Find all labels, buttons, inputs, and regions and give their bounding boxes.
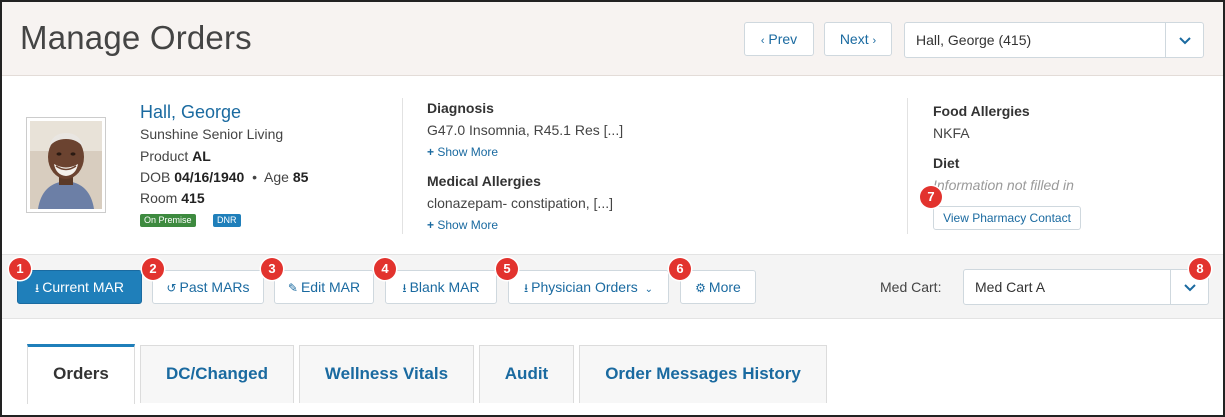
diet-label: Diet — [933, 155, 960, 171]
blank-mar-label: Blank MAR — [409, 279, 480, 295]
chevron-down-icon — [1178, 37, 1191, 45]
tab-orders[interactable]: Orders — [27, 344, 135, 404]
medical-allergies-label: Medical Allergies — [427, 173, 541, 189]
callout-2: 2 — [142, 258, 164, 280]
diagnosis-label: Diagnosis — [427, 100, 494, 116]
callout-7: 7 — [920, 186, 942, 208]
divider — [402, 98, 403, 234]
on-premise-badge: On Premise — [140, 214, 196, 227]
plus-icon: + — [427, 218, 435, 232]
callout-3: 3 — [261, 258, 283, 280]
show-more-label: Show More — [437, 218, 499, 232]
tab-dc-changed[interactable]: DC/Changed — [140, 345, 294, 403]
callout-1: 1 — [9, 258, 31, 280]
food-allergies-value: NKFA — [933, 125, 970, 141]
patient-selector-value: Hall, George (415) — [916, 32, 1032, 48]
history-icon: ↺ — [166, 281, 177, 295]
diet-value: Information not filled in — [933, 177, 1074, 193]
age-label: Age — [264, 169, 289, 185]
download-icon: ⭳ — [35, 281, 40, 295]
callout-8: 8 — [1189, 258, 1211, 280]
current-mar-button[interactable]: ⭳ Current MAR — [17, 270, 142, 304]
view-pharmacy-contact-button[interactable]: View Pharmacy Contact — [933, 206, 1081, 230]
physician-orders-label: Physician Orders — [531, 279, 638, 295]
tab-audit[interactable]: Audit — [479, 345, 574, 403]
patient-facility: Sunshine Senior Living — [140, 126, 284, 142]
diagnosis-value: G47.0 Insomnia, R45.1 Res [...] — [427, 122, 624, 138]
callout-6: 6 — [669, 258, 691, 280]
next-label: Next — [839, 31, 869, 47]
blank-mar-button[interactable]: ⭳ Blank MAR — [385, 270, 497, 304]
food-allergies-label: Food Allergies — [933, 103, 1030, 119]
plus-icon: + — [427, 145, 435, 159]
product-label: Product — [140, 148, 189, 164]
chevron-left-icon: ‹ — [760, 35, 765, 47]
dnr-badge: DNR — [213, 214, 241, 227]
patient-selector-dropdown[interactable] — [1165, 23, 1203, 57]
med-cart-value: Med Cart A — [975, 279, 1046, 295]
product-value: AL — [192, 148, 211, 164]
dob-label: DOB — [140, 169, 171, 185]
diagnosis-show-more[interactable]: + Show More — [427, 145, 498, 159]
med-cart-label: Med Cart: — [880, 279, 942, 295]
chevron-right-icon: › — [872, 35, 877, 47]
header-bar: Manage Orders ‹ Prev Next › Hall, George… — [2, 2, 1223, 76]
dob-value: 04/16/1940 — [174, 169, 245, 185]
next-button[interactable]: Next › — [824, 22, 892, 56]
tab-order-messages-history[interactable]: Order Messages History — [579, 345, 827, 403]
manage-orders-window: Manage Orders ‹ Prev Next › Hall, George… — [0, 0, 1225, 417]
patient-selector[interactable]: Hall, George (415) — [904, 22, 1204, 58]
gear-icon: ⚙ — [695, 281, 706, 295]
callout-5: 5 — [496, 258, 518, 280]
medical-allergies-value: clonazepam- constipation, [...] — [427, 195, 613, 211]
patient-product: Product AL — [140, 148, 211, 164]
med-cart-select[interactable]: Med Cart A — [963, 269, 1209, 305]
show-more-label: Show More — [437, 145, 499, 159]
download-icon: ⭳ — [402, 281, 407, 295]
download-icon: ⭳ — [523, 281, 529, 295]
medical-allergies-show-more[interactable]: + Show More — [427, 218, 498, 232]
patient-name-link[interactable]: Hall, George — [140, 102, 241, 123]
tab-wellness-vitals[interactable]: Wellness Vitals — [299, 345, 474, 403]
chevron-down-icon: ⌄ — [644, 284, 654, 295]
chevron-down-icon — [1183, 284, 1196, 292]
patient-avatar-image — [30, 121, 102, 209]
edit-mar-label: Edit MAR — [300, 279, 361, 295]
patient-room: Room 415 — [140, 190, 205, 206]
prev-label: Prev — [768, 31, 798, 47]
pencil-icon: ✎ — [287, 281, 298, 295]
room-value: 415 — [181, 190, 205, 206]
past-mars-button[interactable]: ↺ Past MARs — [152, 270, 264, 304]
callout-4: 4 — [374, 258, 396, 280]
patient-photo — [26, 117, 106, 213]
physician-orders-button[interactable]: ⭳ Physician Orders ⌄ — [508, 270, 669, 304]
edit-mar-button[interactable]: ✎ Edit MAR — [274, 270, 374, 304]
prev-button[interactable]: ‹ Prev — [744, 22, 814, 56]
divider — [907, 98, 908, 234]
more-label: More — [708, 279, 741, 295]
current-mar-label: Current MAR — [42, 279, 124, 295]
room-label: Room — [140, 190, 178, 206]
bullet-separator: • — [248, 169, 261, 185]
past-mars-label: Past MARs — [179, 279, 250, 295]
age-value: 85 — [292, 169, 309, 185]
more-button[interactable]: ⚙ More — [680, 270, 756, 304]
patient-dob-age: DOB 04/16/1940 • Age 85 — [140, 169, 308, 185]
page-title: Manage Orders — [20, 19, 252, 56]
